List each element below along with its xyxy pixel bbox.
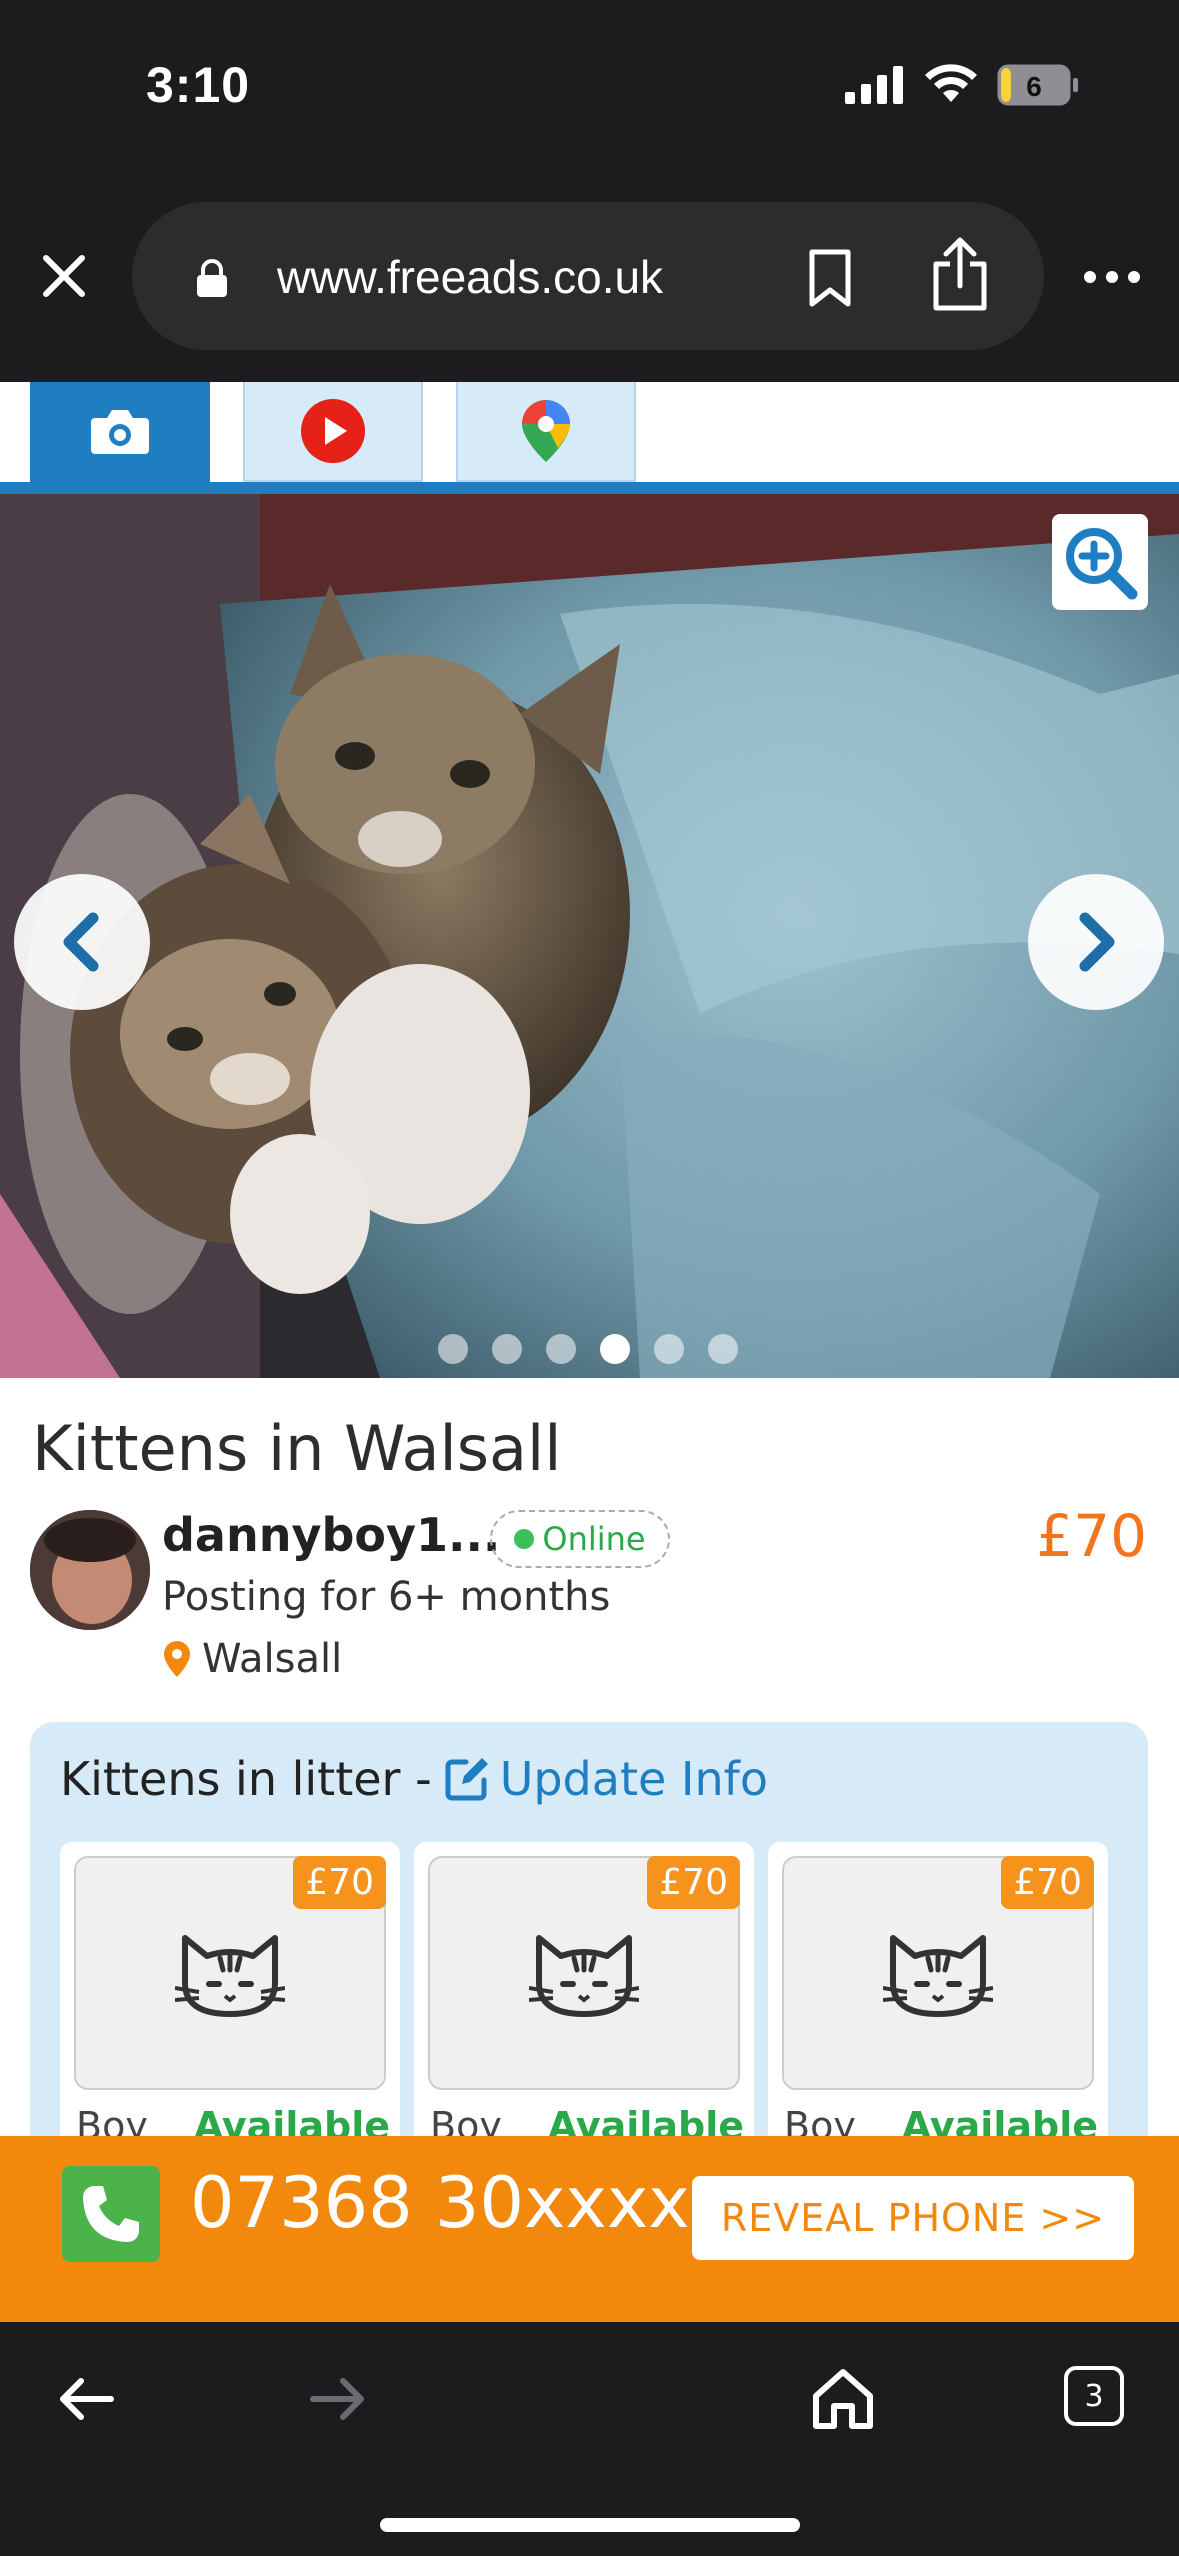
media-tabs <box>0 382 1179 494</box>
cat-face-icon <box>529 1935 639 2017</box>
gallery-dot[interactable] <box>546 1334 576 1364</box>
tab-underline <box>0 482 1179 494</box>
location-label: Walsall <box>202 1636 343 1682</box>
back-button[interactable] <box>52 2364 122 2434</box>
online-label: Online <box>542 1520 646 1558</box>
gallery-dot-active[interactable] <box>600 1334 630 1364</box>
kitten-photo <box>0 494 1179 1378</box>
zoom-button[interactable] <box>1052 514 1148 610</box>
gallery-dots <box>438 1334 738 1364</box>
reveal-phone-button[interactable]: REVEAL PHONE >> <box>692 2176 1134 2260</box>
listing-price: £70 <box>1036 1502 1147 1570</box>
photo-gallery[interactable] <box>0 494 1179 1378</box>
status-time: 3:10 <box>146 57 251 113</box>
arrow-right-icon <box>310 2378 364 2420</box>
tab-photos[interactable] <box>30 382 210 482</box>
gallery-dot[interactable] <box>492 1334 522 1364</box>
online-dot-icon <box>514 1529 535 1549</box>
chevron-right-icon <box>1079 912 1115 972</box>
more-options-icon[interactable] <box>1080 260 1144 294</box>
web-page: Kittens in Walsall dannyboy1... Online £… <box>0 382 1179 2322</box>
next-photo-button[interactable] <box>1028 874 1164 1010</box>
posting-duration: Posting for 6+ months <box>162 1574 611 1620</box>
cat-face-icon <box>175 1935 285 2017</box>
home-button[interactable] <box>808 2364 878 2434</box>
status-bar: 3:10 6 <box>0 0 1179 170</box>
update-info-label: Update Info <box>499 1752 768 1806</box>
lock-icon <box>197 259 227 297</box>
online-status-badge: Online <box>490 1510 670 1568</box>
gallery-dot[interactable] <box>654 1334 684 1364</box>
arrow-left-icon <box>60 2378 114 2420</box>
share-icon[interactable] <box>928 236 992 312</box>
seller-username[interactable]: dannyboy1... <box>162 1508 500 1562</box>
address-bar[interactable]: www.freeads.co.uk <box>132 202 1044 350</box>
litter-heading-label: Kittens in litter - <box>60 1752 432 1806</box>
kitten-price-badge: £70 <box>647 1856 740 1909</box>
maps-pin-icon <box>522 400 570 462</box>
listing-title: Kittens in Walsall <box>32 1412 562 1485</box>
home-icon <box>813 2369 873 2429</box>
edit-icon <box>445 1758 488 1801</box>
kitten-price-badge: £70 <box>1001 1856 1094 1909</box>
battery-icon: 6 <box>997 64 1079 106</box>
gallery-dot[interactable] <box>438 1334 468 1364</box>
gallery-dot[interactable] <box>708 1334 738 1364</box>
tabs-button[interactable]: 3 <box>1064 2366 1124 2426</box>
phone-icon <box>83 2186 139 2242</box>
zoom-in-icon <box>1066 528 1138 600</box>
cellular-signal-icon <box>845 66 903 104</box>
bookmark-icon[interactable] <box>804 248 856 308</box>
youtube-icon <box>301 399 365 463</box>
listing-location: Walsall <box>162 1636 342 1682</box>
browser-bottom-toolbar: 3 <box>0 2322 1179 2556</box>
tab-video[interactable] <box>243 382 423 482</box>
avatar[interactable] <box>30 1510 150 1630</box>
browser-toolbar: www.freeads.co.uk <box>0 170 1179 382</box>
home-indicator <box>380 2518 800 2532</box>
close-button[interactable] <box>36 248 92 304</box>
phone-number: 07368 30xxxx <box>190 2162 690 2244</box>
previous-photo-button[interactable] <box>14 874 150 1010</box>
battery-level: 6 <box>1026 71 1042 102</box>
tab-map[interactable] <box>456 382 636 482</box>
cat-face-icon <box>883 1935 993 2017</box>
location-pin-icon <box>164 1641 190 1677</box>
url-text: www.freeads.co.uk <box>277 251 664 303</box>
update-info-link[interactable]: Update Info <box>444 1752 768 1806</box>
forward-button[interactable] <box>302 2364 372 2434</box>
kitten-price-badge: £70 <box>293 1856 386 1909</box>
wifi-icon <box>925 64 977 102</box>
litter-heading: Kittens in litter - Update Info <box>60 1752 768 1806</box>
chevron-left-icon <box>63 912 99 972</box>
contact-banner: 07368 30xxxx REVEAL PHONE >> <box>0 2136 1179 2322</box>
camera-icon <box>91 410 149 454</box>
call-button[interactable] <box>62 2166 160 2262</box>
close-icon <box>43 255 85 297</box>
